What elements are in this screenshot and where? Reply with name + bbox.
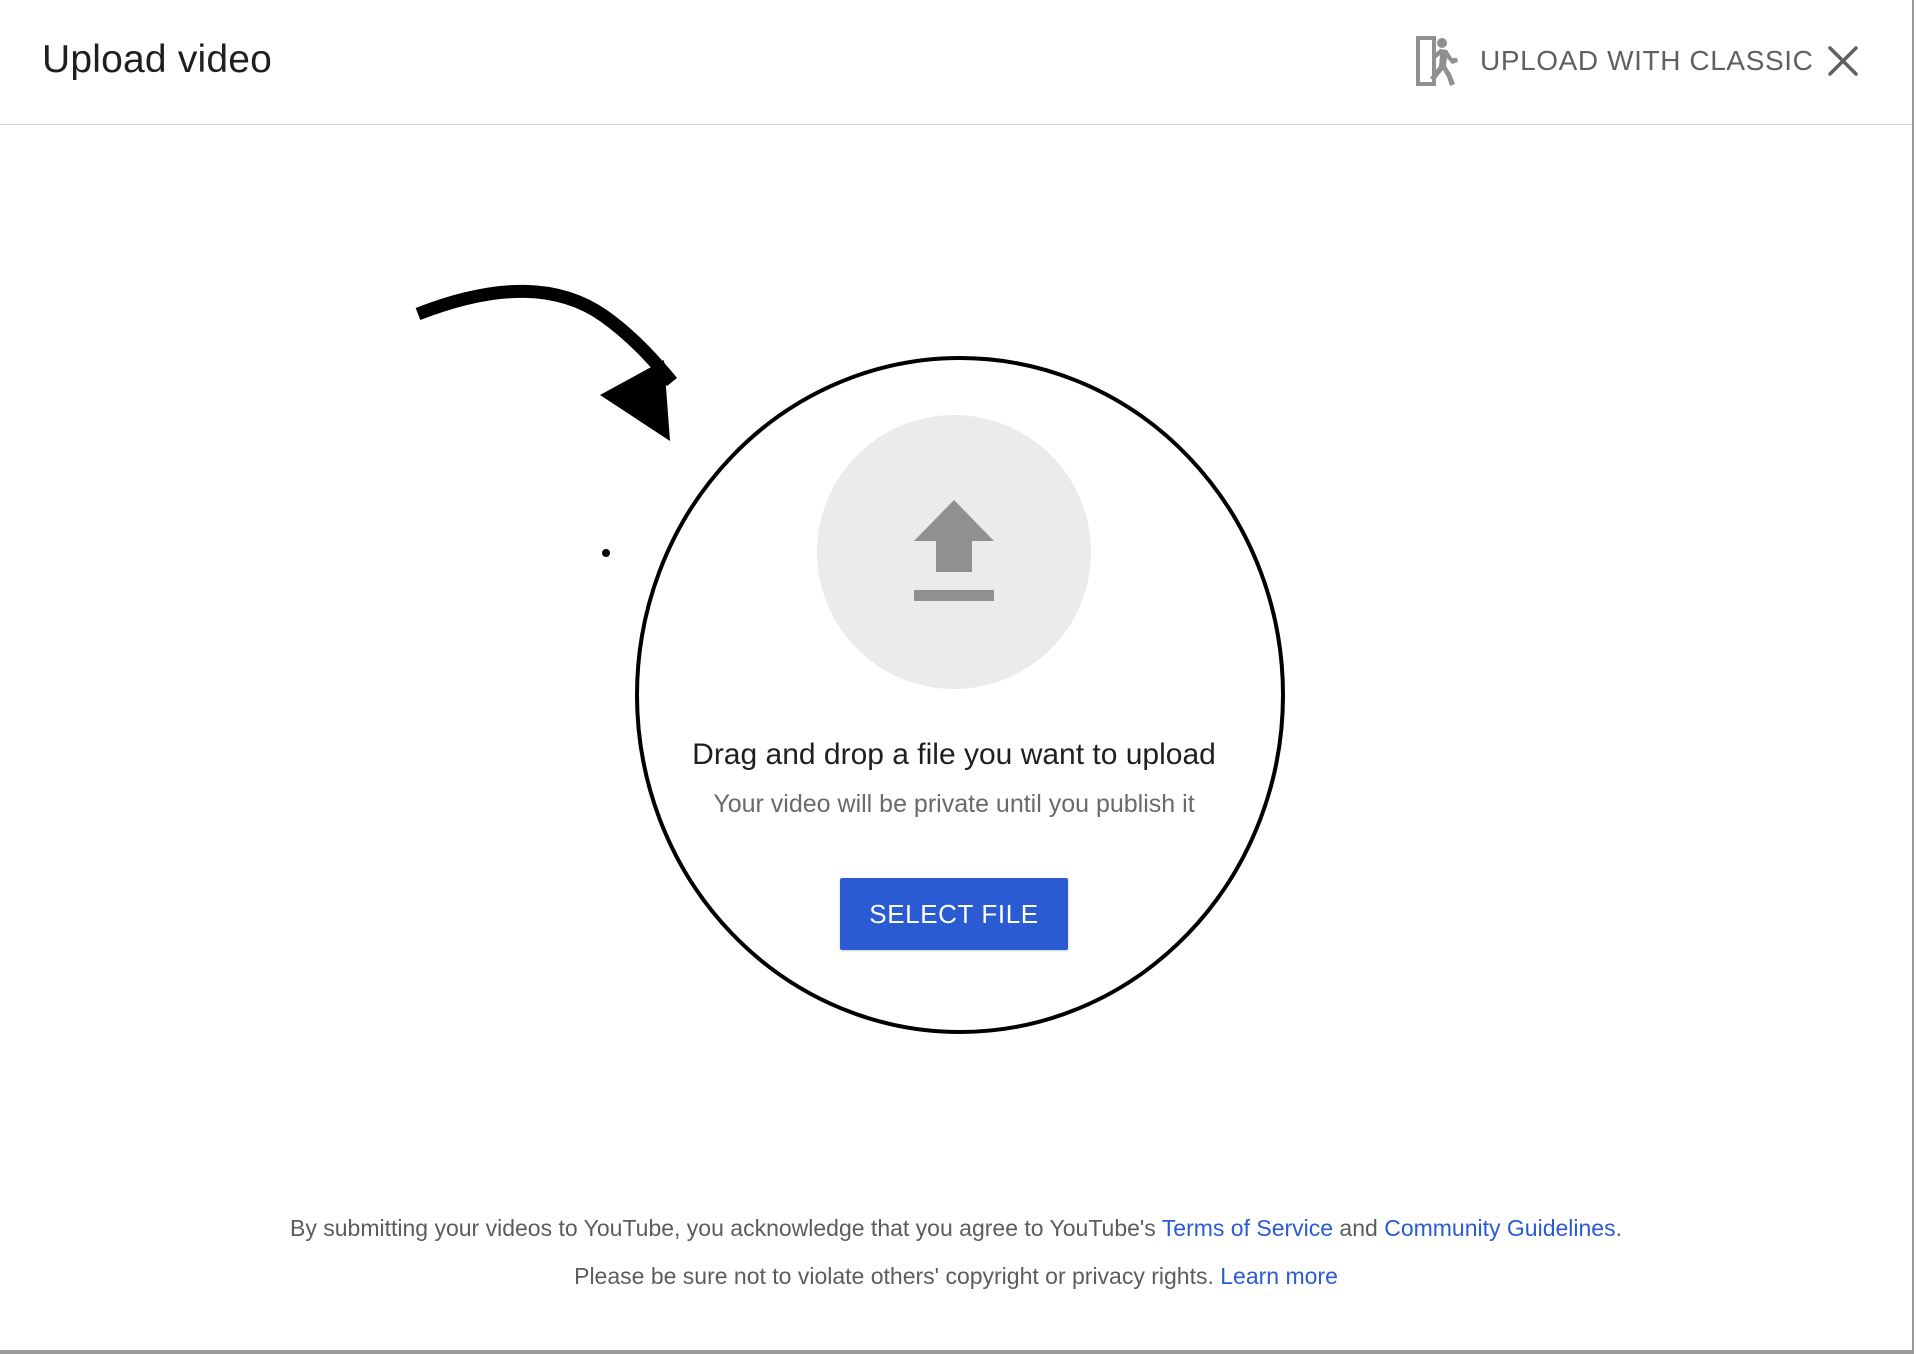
terms-footer: By submitting your videos to YouTube, yo… — [0, 1204, 1912, 1300]
dialog-header: Upload video UPLOAD WITH CLASSIC — [0, 0, 1912, 125]
upload-arrow-icon — [914, 500, 994, 601]
upload-video-dialog: Upload video UPLOAD WITH CLASSIC Drag an… — [0, 0, 1914, 1354]
privacy-note: Your video will be private until you pub… — [713, 790, 1195, 818]
community-guidelines-link[interactable]: Community Guidelines — [1384, 1215, 1615, 1241]
footer-line-2: Please be sure not to violate others' co… — [0, 1252, 1912, 1300]
terms-of-service-link[interactable]: Terms of Service — [1162, 1215, 1333, 1241]
footer-line-1: By submitting your videos to YouTube, yo… — [0, 1204, 1912, 1252]
close-icon[interactable] — [1822, 40, 1864, 82]
footer-and-text: and — [1333, 1215, 1385, 1241]
footer-line-2-text: Please be sure not to violate others' co… — [574, 1263, 1221, 1289]
dialog-title: Upload video — [42, 38, 273, 81]
annotation-arrow-shaft — [415, 284, 677, 387]
annotation-arrowhead — [600, 360, 670, 441]
footer-period: . — [1615, 1215, 1622, 1241]
upload-with-classic-button[interactable]: UPLOAD WITH CLASSIC — [1414, 30, 1813, 92]
exit-running-person-icon — [1416, 36, 1458, 86]
annotation-dot — [602, 549, 610, 557]
footer-line-1-text: By submitting your videos to YouTube, yo… — [290, 1215, 1162, 1241]
select-file-button[interactable]: SELECT FILE — [840, 878, 1068, 950]
upload-with-classic-label: UPLOAD WITH CLASSIC — [1480, 45, 1814, 76]
drag-and-drop-heading: Drag and drop a file you want to upload — [692, 738, 1216, 771]
learn-more-link[interactable]: Learn more — [1220, 1263, 1338, 1289]
